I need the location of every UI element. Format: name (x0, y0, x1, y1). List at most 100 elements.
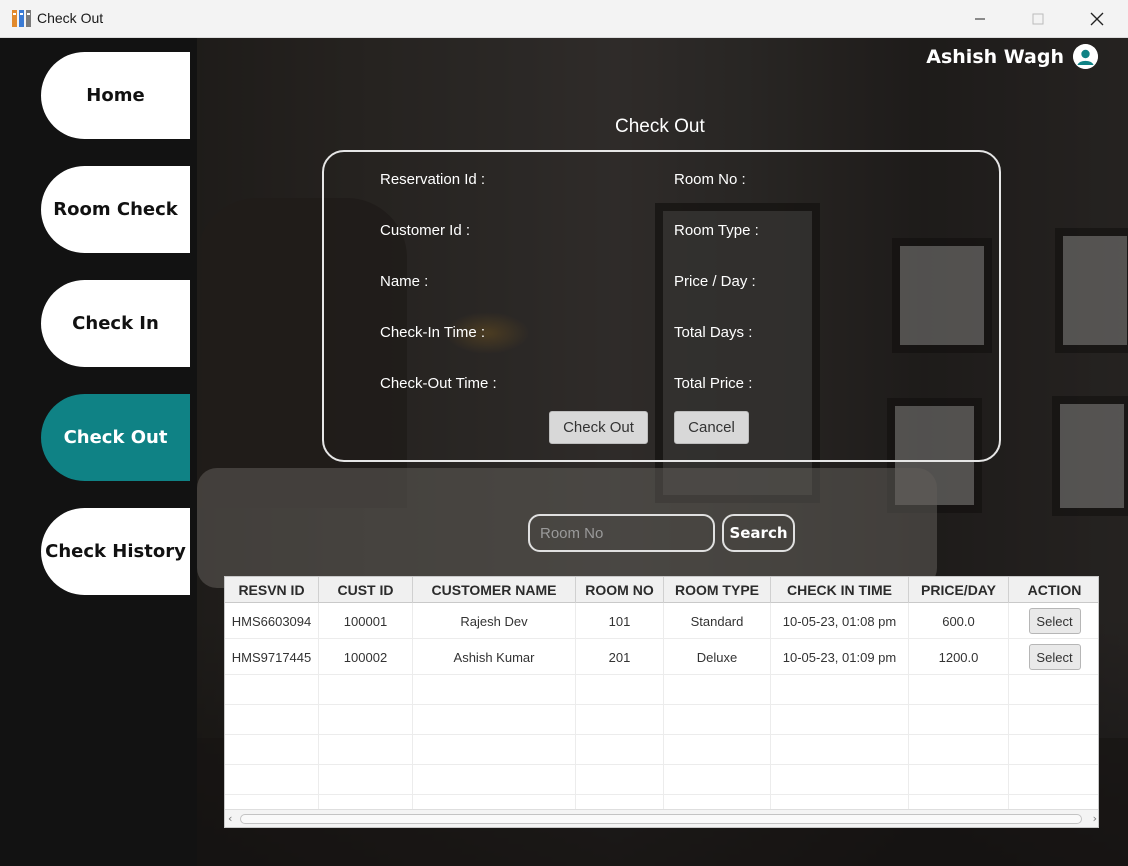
column-header[interactable]: PRICE/DAY (909, 577, 1009, 603)
user-info: Ashish Wagh (926, 44, 1098, 69)
empty-cell (319, 705, 413, 735)
horizontal-scrollbar[interactable]: ‹ › (225, 809, 1098, 827)
table-cell: 100001 (319, 603, 413, 639)
nav-check-in-button[interactable]: Check In (41, 280, 190, 367)
empty-cell (909, 795, 1009, 809)
minimize-icon (975, 18, 985, 20)
select-button[interactable]: Select (1028, 644, 1081, 670)
table-cell: Standard (664, 603, 771, 639)
empty-table-row (225, 795, 1098, 809)
empty-cell (319, 735, 413, 765)
table-cell: 10-05-23, 01:09 pm (771, 639, 909, 675)
table-cell: Select (1009, 603, 1098, 639)
sidebar: Home Room Check Check In Check Out Check… (0, 38, 197, 866)
empty-cell (771, 705, 909, 735)
table-cell: 100002 (319, 639, 413, 675)
table-cell: HMS6603094 (225, 603, 319, 639)
check-in-time-label: Check-In Time : (380, 324, 486, 341)
room-type-label: Room Type : (674, 222, 759, 239)
empty-cell (909, 765, 1009, 795)
room-no-label: Room No : (674, 171, 746, 188)
scroll-left-icon[interactable]: ‹ (228, 812, 232, 825)
form-title: Check Out (615, 116, 705, 137)
empty-cell (909, 735, 1009, 765)
column-header[interactable]: RESVN ID (225, 577, 319, 603)
name-label: Name : (380, 273, 429, 290)
table-cell: Rajesh Dev (413, 603, 576, 639)
empty-table-row (225, 765, 1098, 795)
table-row[interactable]: HMS6603094 100001 Rajesh Dev 101 Standar… (225, 603, 1098, 639)
empty-cell (664, 705, 771, 735)
empty-cell (576, 705, 664, 735)
customer-id-label: Customer Id : (380, 222, 471, 239)
nav-check-history-button[interactable]: Check History (41, 508, 190, 595)
empty-cell (576, 675, 664, 705)
table-cell: 101 (576, 603, 664, 639)
maximize-icon (1032, 13, 1044, 25)
reservation-id-label: Reservation Id : (380, 171, 486, 188)
table-cell: Ashish Kumar (413, 639, 576, 675)
table-cell: 201 (576, 639, 664, 675)
window-titlebar: Check Out (0, 0, 1128, 38)
empty-cell (319, 765, 413, 795)
nav-check-out-button[interactable]: Check Out (41, 394, 190, 481)
column-header[interactable]: ROOM NO (576, 577, 664, 603)
empty-cell (664, 675, 771, 705)
nav-home-button[interactable]: Home (41, 52, 190, 139)
empty-cell (225, 675, 319, 705)
empty-cell (664, 765, 771, 795)
search-button[interactable]: Search (722, 514, 795, 552)
table-cell: HMS9717445 (225, 639, 319, 675)
column-header[interactable]: CHECK IN TIME (771, 577, 909, 603)
empty-cell (664, 735, 771, 765)
scroll-right-icon[interactable]: › (1093, 812, 1097, 825)
room-no-search-input[interactable] (528, 514, 715, 552)
table-cell: Select (1009, 639, 1098, 675)
empty-cell (909, 675, 1009, 705)
close-icon (1090, 12, 1104, 26)
nav-room-check-button[interactable]: Room Check (41, 166, 190, 253)
column-header[interactable]: ROOM TYPE (664, 577, 771, 603)
empty-cell (413, 735, 576, 765)
empty-cell (576, 765, 664, 795)
empty-cell (225, 735, 319, 765)
empty-cell (413, 705, 576, 735)
table-cell: 1200.0 (909, 639, 1009, 675)
empty-cell (771, 735, 909, 765)
empty-cell (771, 675, 909, 705)
table-row[interactable]: HMS9717445 100002 Ashish Kumar 201 Delux… (225, 639, 1098, 675)
table-header: RESVN ID CUST ID CUSTOMER NAME ROOM NO R… (225, 577, 1098, 603)
empty-cell (319, 795, 413, 809)
empty-cell (771, 765, 909, 795)
scrollbar-thumb[interactable] (240, 814, 1082, 824)
close-button[interactable] (1068, 0, 1126, 38)
cancel-button[interactable]: Cancel (674, 411, 749, 444)
checkout-button[interactable]: Check Out (549, 411, 648, 444)
empty-table-row (225, 705, 1098, 735)
table-cell: 600.0 (909, 603, 1009, 639)
empty-cell (771, 795, 909, 809)
empty-table-row (225, 675, 1098, 705)
total-days-label: Total Days : (674, 324, 753, 341)
avatar-icon[interactable] (1073, 44, 1098, 69)
column-header[interactable]: CUSTOMER NAME (413, 577, 576, 603)
reservations-table: RESVN ID CUST ID CUSTOMER NAME ROOM NO R… (224, 576, 1099, 828)
empty-cell (664, 795, 771, 809)
empty-cell (576, 735, 664, 765)
column-header[interactable]: CUST ID (319, 577, 413, 603)
empty-cell (225, 795, 319, 809)
main-panel: Ashish Wagh Check Out Reservation Id : C… (197, 38, 1128, 866)
checkout-form (322, 150, 1001, 462)
empty-cell (225, 705, 319, 735)
window-title: Check Out (37, 10, 104, 26)
empty-table-row (225, 735, 1098, 765)
table-cell: 10-05-23, 01:08 pm (771, 603, 909, 639)
column-header[interactable]: ACTION (1009, 577, 1098, 603)
empty-cell (909, 705, 1009, 735)
maximize-button[interactable] (1009, 0, 1067, 38)
total-price-label: Total Price : (674, 375, 753, 392)
select-button[interactable]: Select (1028, 608, 1081, 634)
minimize-button[interactable] (951, 0, 1009, 38)
empty-cell (576, 795, 664, 809)
empty-cell (413, 765, 576, 795)
